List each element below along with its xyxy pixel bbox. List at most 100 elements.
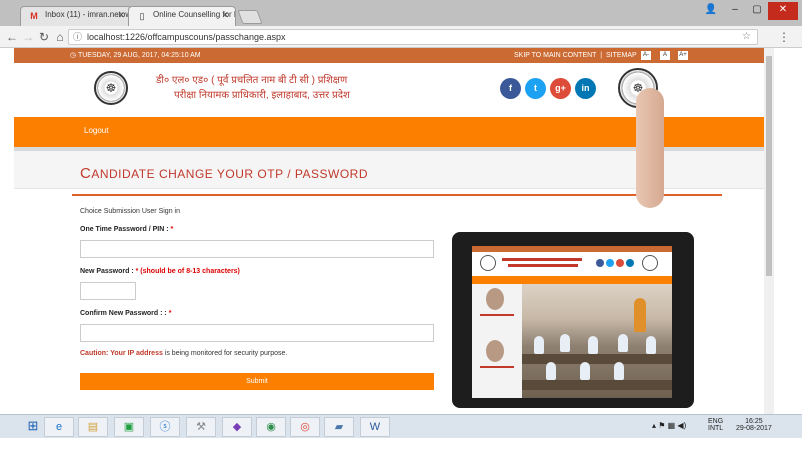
mini-title-bar (502, 258, 582, 261)
language-indicator[interactable]: ENG INTL (708, 418, 723, 432)
facebook-icon[interactable]: f (500, 78, 521, 99)
close-icon[interactable]: ✕ (221, 10, 229, 21)
maximize-button[interactable]: ▢ (746, 2, 768, 20)
student (646, 336, 656, 354)
clock-date: 29-08-2017 (736, 425, 772, 432)
new-tab-button[interactable] (237, 10, 263, 24)
tab-gmail[interactable]: M Inbox (11) - imran.netow ✕ (20, 6, 132, 26)
notes-icon[interactable]: ▰ (324, 417, 354, 437)
sitemap-link[interactable]: SITEMAP (606, 52, 637, 59)
page-title: CANDIDATE CHANGE YOUR OTP / PASSWORD (80, 165, 368, 182)
visual-studio-icon[interactable]: ◆ (222, 417, 252, 437)
screen: M Inbox (11) - imran.netow ✕ ▯ Online Co… (0, 0, 802, 457)
skip-to-main-content-link[interactable]: SKIP TO MAIN CONTENT (514, 52, 596, 59)
web-page: ◷ TUESDAY, 29 AUG, 2017, 04:25:10 AM SKI… (14, 48, 764, 414)
top-links: SKIP TO MAIN CONTENT | SITEMAP (514, 52, 637, 59)
clock-time: 16:25 (745, 418, 763, 425)
tablet-screen (472, 246, 672, 398)
system-clock[interactable]: 16:25 29-08-2017 (736, 418, 772, 432)
header-title-line2: परीक्षा नियामक प्राधिकारी, इलाहाबाद, उत्… (174, 90, 350, 101)
profile-icon[interactable]: 👤 (700, 2, 722, 20)
font-increase-button[interactable]: A+ (678, 51, 688, 60)
page-scrollbar[interactable] (764, 48, 774, 414)
forward-icon[interactable]: → (20, 29, 36, 45)
internet-explorer-icon[interactable]: e (44, 417, 74, 437)
mini-caption-2 (480, 366, 514, 368)
gmail-icon: M (30, 11, 38, 21)
bookmark-star-icon[interactable]: ☆ (742, 30, 751, 44)
page-gutter (774, 48, 802, 414)
up-emblem-logo: ☸ (94, 71, 128, 105)
close-window-button[interactable]: ✕ (768, 2, 798, 20)
mini-emblem (480, 255, 496, 271)
new-password-label: New Password : * (should be of 8-13 char… (80, 268, 240, 275)
font-decrease-button[interactable]: A- (641, 51, 651, 60)
mini-google-icon (616, 259, 624, 267)
student (580, 362, 590, 380)
language-code: ENG (708, 418, 724, 425)
current-date: ◷ TUESDAY, 29 AUG, 2017, 04:25:10 AM (70, 52, 201, 59)
tab-online-counselling[interactable]: ▯ Online Counselling for D ✕ (128, 6, 236, 26)
info-icon[interactable]: ⓘ (73, 30, 82, 44)
chrome-icon[interactable]: ◎ (290, 417, 320, 437)
url-text: localhost:1226/offcampuscouns/passchange… (87, 32, 286, 42)
browser-tab-strip: M Inbox (11) - imran.netow ✕ ▯ Online Co… (0, 0, 802, 26)
mini-sidebar (472, 284, 522, 398)
confirm-password-input[interactable] (80, 324, 434, 342)
store-icon[interactable]: ▣ (114, 417, 144, 437)
file-explorer-icon[interactable]: ▤ (78, 417, 108, 437)
reload-icon[interactable]: ↻ (36, 29, 52, 45)
address-bar: ← → ↻ ⌂ ⓘ localhost:1226/offcampuscouns/… (0, 26, 802, 48)
page-icon: ▯ (139, 11, 145, 21)
teacher (634, 298, 646, 332)
tablet-promo-image (452, 232, 694, 408)
scrollbar-thumb[interactable] (766, 56, 772, 276)
mini-portrait-2 (486, 340, 504, 362)
student (560, 334, 570, 352)
student (618, 334, 628, 352)
home-icon[interactable]: ⌂ (52, 29, 68, 45)
change-password-panel: Choice Submission User Sign in One Time … (72, 194, 722, 414)
back-icon[interactable]: ← (4, 29, 20, 45)
tools-icon[interactable]: ⚒ (186, 417, 216, 437)
header-title-line1: डी० एल० एड० ( पूर्व प्रचलित नाम बी टी सी… (156, 75, 348, 86)
minimize-button[interactable]: – (724, 2, 746, 20)
mini-subtitle-bar (508, 264, 578, 267)
logout-link[interactable]: Logout (84, 126, 108, 135)
mini-linkedin-icon (626, 259, 634, 267)
form-heading: Choice Submission User Sign in (80, 208, 180, 215)
desk-row (522, 380, 672, 390)
top-info-strip: ◷ TUESDAY, 29 AUG, 2017, 04:25:10 AM SKI… (14, 48, 764, 63)
url-input[interactable]: ⓘ localhost:1226/offcampuscouns/passchan… (68, 29, 758, 45)
mini-header (472, 252, 672, 276)
browser-menu-icon[interactable]: ⋮ (778, 30, 790, 44)
linkedin-icon[interactable]: in (575, 78, 596, 99)
mini-nav-bar (472, 276, 672, 284)
new-password-input[interactable] (80, 282, 136, 300)
mini-facebook-icon (596, 259, 604, 267)
confirm-password-label: Confirm New Password : : * (80, 310, 172, 317)
twitter-icon[interactable]: t (525, 78, 546, 99)
skype-icon[interactable]: ⓢ (150, 417, 180, 437)
otp-label: One Time Password / PIN : * (80, 226, 174, 233)
google-plus-icon[interactable]: g+ (550, 78, 571, 99)
network-app-icon[interactable]: ◉ (256, 417, 286, 437)
caution-message: Caution: Your IP address is being monito… (80, 350, 288, 357)
student (546, 362, 556, 380)
student (588, 336, 598, 354)
bottom-margin (0, 438, 802, 457)
mini-emblem-right (642, 255, 658, 271)
word-icon[interactable]: W (360, 417, 390, 437)
close-icon[interactable]: ✕ (117, 10, 125, 21)
student (614, 362, 624, 380)
submit-button[interactable]: Submit (80, 373, 434, 390)
otp-input[interactable] (80, 240, 434, 258)
mini-portrait-1 (486, 288, 504, 310)
tray-icons[interactable]: ▴ ⚑ ▦ ◀) (652, 421, 686, 430)
classroom-photo (522, 284, 672, 398)
student (534, 336, 544, 354)
hand-holding-tablet (636, 88, 664, 208)
mini-caption-1 (480, 314, 514, 316)
mini-twitter-icon (606, 259, 614, 267)
font-normal-button[interactable]: A (660, 51, 670, 60)
